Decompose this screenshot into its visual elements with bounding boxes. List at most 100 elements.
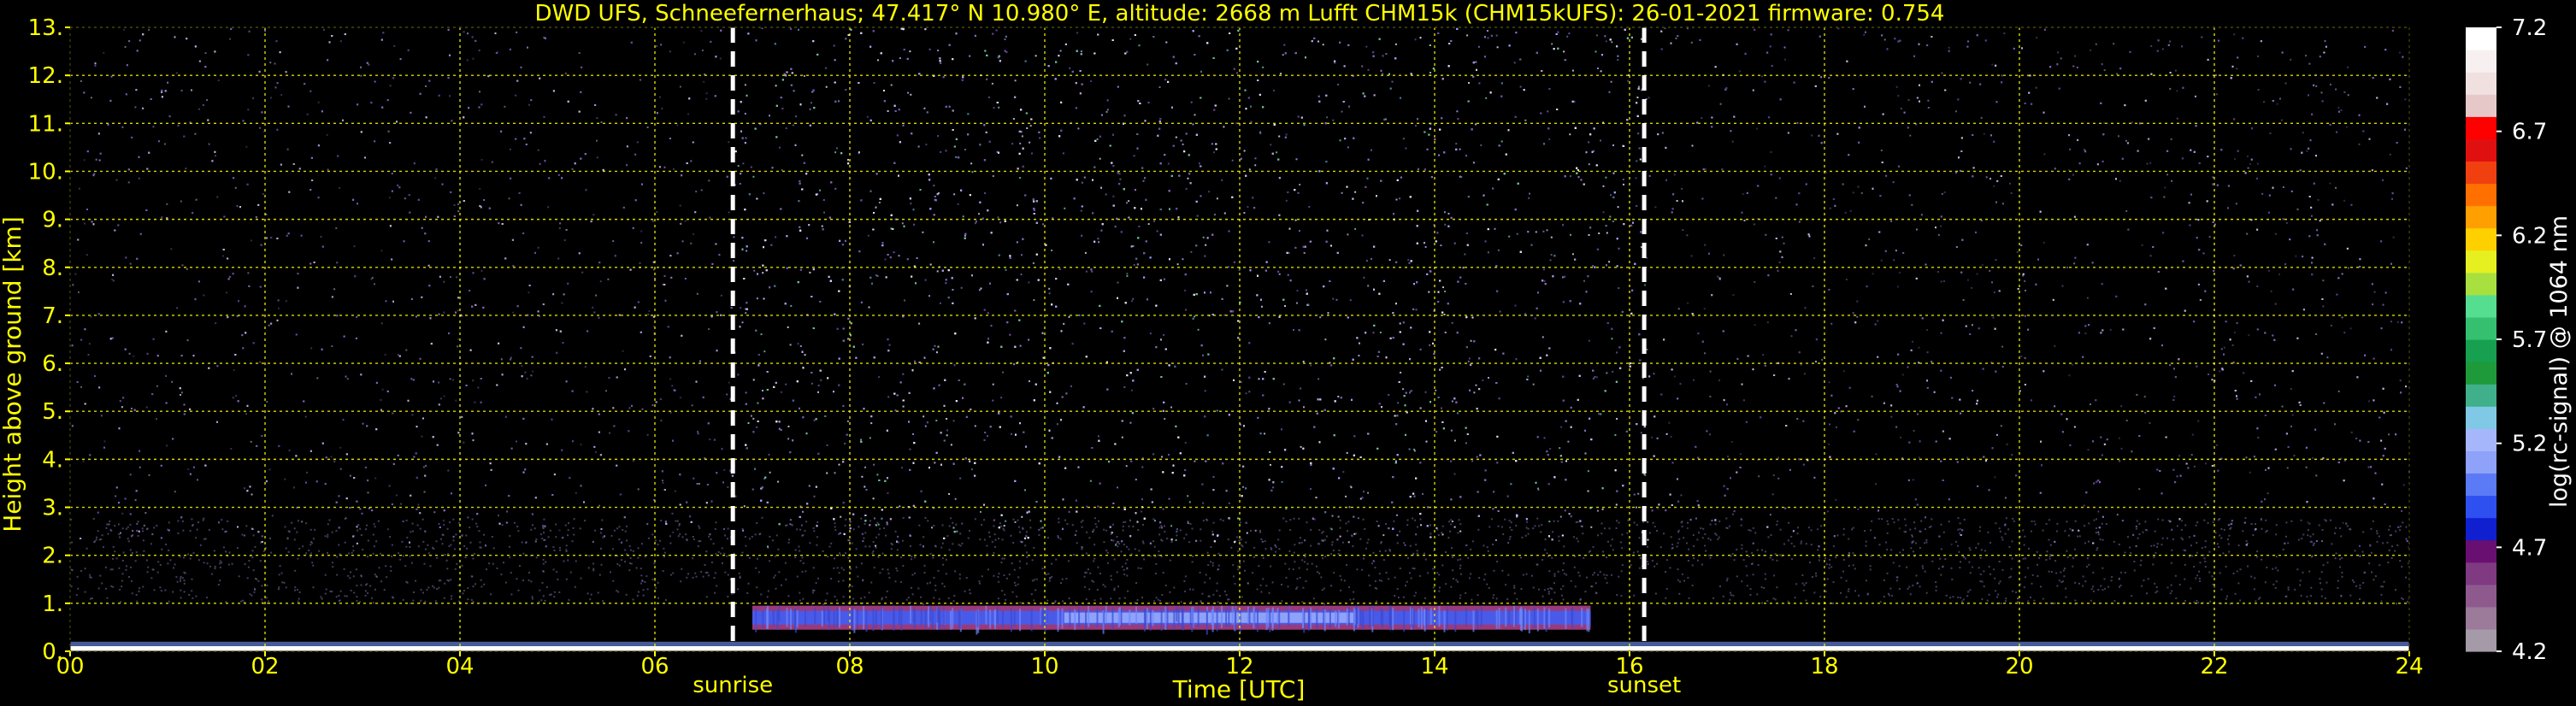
noise-speck	[872, 497, 875, 500]
noise-speck	[2215, 444, 2218, 446]
noise-speck	[690, 242, 693, 244]
noise-speck	[826, 472, 828, 474]
noise-speck	[1547, 110, 1549, 113]
noise-speck	[1766, 321, 1769, 324]
noise-speck	[656, 45, 658, 47]
noise-speck	[1857, 185, 1860, 188]
noise-speck	[1616, 418, 1618, 420]
noise-speck	[2083, 504, 2085, 507]
noise-speck	[936, 351, 938, 354]
noise-speck	[1346, 451, 1348, 454]
noise-speck	[1704, 244, 1707, 246]
noise-speck	[443, 280, 445, 283]
noise-speck	[1813, 257, 1816, 260]
noise-speck	[229, 38, 231, 40]
noise-speck	[1948, 46, 1950, 49]
noise-speck	[1252, 197, 1254, 199]
noise-speck	[2001, 345, 2004, 348]
noise-speck	[1475, 123, 1477, 126]
noise-speck	[1435, 389, 1437, 391]
noise-speck	[1478, 82, 1481, 85]
noise-speck	[834, 151, 837, 154]
noise-speck	[752, 488, 754, 491]
noise-speck	[910, 203, 912, 205]
noise-speck	[1021, 254, 1023, 256]
noise-speck	[789, 519, 792, 521]
noise-speck	[1132, 245, 1135, 247]
noise-speck	[411, 414, 414, 416]
noise-speck	[1152, 453, 1155, 456]
noise-speck	[380, 250, 383, 252]
noise-speck	[129, 523, 132, 526]
noise-speck	[2220, 348, 2223, 350]
noise-speck	[537, 246, 539, 249]
noise-speck	[1534, 317, 1536, 320]
noise-speck	[1341, 191, 1343, 194]
noise-speck	[2322, 305, 2325, 308]
noise-speck	[2197, 420, 2200, 422]
noise-speck	[480, 269, 483, 272]
noise-speck	[2392, 236, 2395, 238]
noise-speck	[2161, 48, 2164, 50]
noise-speck	[457, 309, 459, 312]
noise-speck	[2176, 90, 2178, 92]
noise-speck	[584, 366, 587, 368]
noise-speck	[108, 523, 110, 526]
noise-speck	[673, 168, 675, 170]
noise-speck	[1754, 281, 1756, 283]
chart-title: DWD UFS, Schneefernerhaus; 47.417° N 10.…	[535, 1, 1945, 26]
noise-speck	[1836, 426, 1837, 428]
noise-speck	[148, 28, 150, 31]
noise-speck	[1341, 110, 1343, 113]
noise-speck	[133, 355, 135, 357]
noise-speck	[835, 147, 838, 150]
noise-speck	[659, 398, 662, 400]
noise-speck	[148, 474, 150, 476]
noise-speck	[360, 74, 363, 77]
noise-speck	[1132, 297, 1135, 300]
noise-speck	[1353, 532, 1356, 535]
noise-speck	[2020, 355, 2023, 357]
noise-speck	[2175, 69, 2177, 72]
noise-speck	[640, 79, 641, 81]
noise-speck	[946, 418, 948, 420]
noise-speck	[984, 432, 987, 434]
noise-speck	[1133, 155, 1135, 157]
noise-speck	[640, 230, 643, 232]
noise-speck	[381, 388, 384, 391]
noise-speck	[2025, 290, 2026, 291]
noise-speck	[2284, 82, 2287, 85]
noise-speck	[1610, 194, 1612, 197]
noise-speck	[1309, 240, 1312, 243]
noise-speck	[433, 511, 436, 514]
noise-speck	[918, 322, 921, 325]
noise-speck	[936, 270, 939, 273]
noise-speck	[455, 533, 457, 536]
noise-speck	[1611, 41, 1613, 44]
noise-speck	[1549, 259, 1552, 262]
noise-speck	[1282, 383, 1285, 385]
noise-speck	[1615, 503, 1618, 506]
noise-speck	[1471, 460, 1474, 462]
noise-speck	[884, 258, 887, 261]
noise-speck	[974, 222, 976, 225]
noise-speck	[1026, 127, 1029, 129]
noise-speck	[387, 130, 390, 132]
noise-speck	[581, 271, 584, 274]
noise-speck	[1310, 464, 1312, 466]
noise-speck	[873, 463, 875, 466]
noise-speck	[1622, 179, 1624, 180]
noise-speck	[388, 197, 391, 199]
noise-speck	[595, 294, 598, 297]
noise-speck	[1141, 510, 1143, 513]
noise-speck	[2113, 43, 2115, 45]
noise-speck	[335, 227, 338, 229]
noise-speck	[1003, 525, 1005, 527]
noise-speck	[1041, 527, 1044, 529]
noise-speck	[1500, 140, 1503, 143]
noise-speck	[1348, 506, 1351, 509]
noise-speck	[1014, 79, 1017, 82]
noise-speck	[380, 399, 382, 401]
noise-speck	[1105, 110, 1108, 113]
noise-speck	[877, 523, 880, 526]
